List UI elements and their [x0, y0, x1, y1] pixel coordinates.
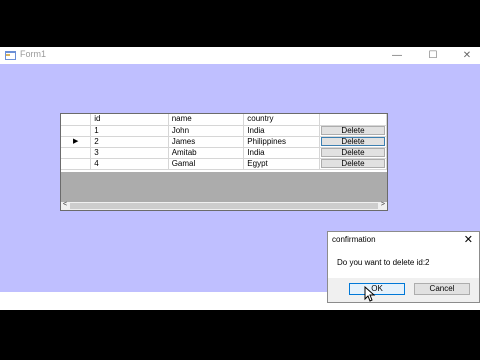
column-header-id[interactable]: id [90, 114, 169, 126]
cell-name[interactable]: Gamal [168, 158, 245, 170]
cell-id[interactable]: 3 [90, 147, 169, 159]
confirmation-dialog: confirmation ✕ Do you want to delete id:… [327, 231, 480, 303]
column-header-name[interactable]: name [168, 114, 245, 126]
delete-button[interactable]: Delete [320, 137, 385, 146]
ok-button[interactable]: OK [349, 283, 405, 295]
cell-name[interactable]: Amitab [168, 147, 245, 159]
data-grid[interactable]: id name country 1 John India Delete ▶ 2 … [60, 113, 388, 211]
delete-button[interactable]: Delete [320, 148, 385, 157]
scroll-left-icon[interactable]: < [63, 201, 67, 208]
table-row[interactable]: 4 Gamal Egypt Delete [61, 158, 388, 170]
horizontal-scrollbar[interactable]: < > [61, 201, 387, 210]
table-row[interactable]: 1 John India Delete [61, 125, 388, 137]
maximize-button[interactable]: ☐ [418, 47, 448, 64]
row-header[interactable] [61, 147, 92, 159]
cell-country[interactable]: India [243, 125, 320, 137]
mouse-pointer-icon [364, 286, 376, 302]
dialog-title: confirmation [332, 235, 376, 244]
minimize-button[interactable]: — [382, 47, 412, 64]
cell-name[interactable]: James [168, 136, 245, 148]
cell-country[interactable]: India [243, 147, 320, 159]
dialog-message: Do you want to delete id:2 [337, 258, 430, 267]
scroll-right-icon[interactable]: > [381, 201, 385, 208]
cell-name[interactable]: John [168, 125, 245, 137]
title-bar[interactable]: Form1 — ☐ ✕ [0, 47, 480, 64]
cell-country[interactable]: Egypt [243, 158, 320, 170]
cell-country[interactable]: Philippines [243, 136, 320, 148]
delete-button[interactable]: Delete [320, 159, 385, 168]
cell-id[interactable]: 1 [90, 125, 169, 137]
cancel-button[interactable]: Cancel [414, 283, 470, 295]
dialog-button-bar: OK Cancel [328, 278, 479, 302]
form-app-icon [5, 51, 16, 60]
table-row[interactable]: 3 Amitab India Delete [61, 147, 388, 159]
row-header[interactable] [61, 158, 92, 170]
delete-button[interactable]: Delete [320, 126, 385, 135]
grid-header-row: id name country [61, 114, 388, 126]
cell-id[interactable]: 2 [90, 136, 169, 148]
scrollbar-thumb[interactable] [70, 203, 378, 209]
grid-empty-area [61, 172, 387, 202]
column-header-country[interactable]: country [243, 114, 320, 126]
row-header[interactable] [61, 125, 92, 137]
close-button[interactable]: ✕ [452, 47, 480, 64]
table-row[interactable]: ▶ 2 James Philippines Delete [61, 136, 388, 148]
column-header-action[interactable] [319, 114, 388, 126]
current-row-indicator-icon[interactable]: ▶ [61, 136, 92, 148]
cell-id[interactable]: 4 [90, 158, 169, 170]
dialog-close-icon[interactable]: ✕ [464, 233, 473, 246]
window-title: Form1 [20, 49, 47, 59]
corner-header-cell [61, 114, 92, 126]
